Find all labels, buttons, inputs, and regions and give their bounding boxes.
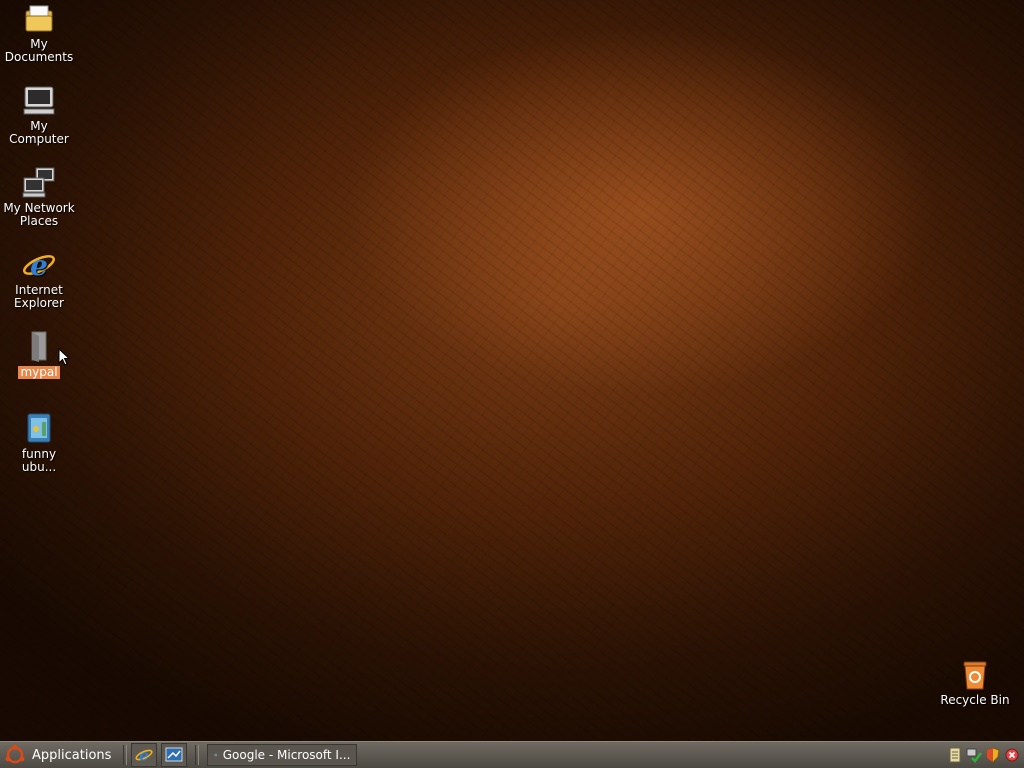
internet-explorer-icon: e	[135, 747, 154, 764]
icon-label: funny ubu...	[21, 447, 57, 474]
quick-launch-internet-explorer[interactable]: e	[131, 743, 158, 767]
notes-icon[interactable]	[947, 747, 963, 763]
computer-icon	[23, 86, 55, 115]
system-tray	[947, 747, 1024, 763]
close-icon[interactable]	[1004, 747, 1020, 763]
icon-label: My Computer	[9, 119, 69, 146]
internet-explorer-icon: e	[23, 249, 55, 282]
recycle-bin-icon	[963, 661, 987, 690]
svg-text:e: e	[30, 249, 48, 282]
show-desktop-icon	[165, 747, 183, 762]
icon-label: My Network Places	[3, 201, 75, 228]
taskbar: Applications e e Google - Microsoft I...	[0, 741, 1024, 768]
my-network-places-shortcut[interactable]: My Network Places	[0, 166, 78, 228]
icon-label: Recycle Bin	[940, 693, 1010, 707]
my-documents-shortcut[interactable]: My Documents	[0, 2, 78, 64]
taskbar-separator	[123, 745, 128, 765]
desktop[interactable]: My Documents My Computer My Network Plac…	[0, 0, 1024, 741]
network-status-icon[interactable]	[966, 747, 982, 763]
taskbar-window-title: Google - Microsoft I...	[222, 748, 351, 762]
image-file-icon	[27, 413, 51, 443]
taskbar-separator	[195, 745, 200, 765]
mouse-cursor-icon	[58, 348, 70, 366]
my-computer-shortcut[interactable]: My Computer	[0, 84, 78, 146]
svg-text:e: e	[140, 747, 149, 764]
recycle-bin-shortcut[interactable]: Recycle Bin	[936, 658, 1014, 707]
ubuntu-logo-icon	[5, 744, 25, 764]
icon-label: mypal	[18, 365, 60, 379]
icon-label: My Documents	[4, 37, 74, 64]
folder-documents-icon	[25, 5, 53, 32]
applications-menu-button[interactable]: Applications	[0, 743, 119, 767]
internet-explorer-shortcut[interactable]: e Internet Explorer	[0, 248, 78, 310]
quick-launch-show-desktop[interactable]	[161, 743, 188, 767]
icon-label: Internet Explorer	[14, 283, 64, 310]
security-shield-icon[interactable]	[985, 747, 1001, 763]
file-icon	[31, 331, 47, 362]
taskbar-window-google[interactable]: e Google - Microsoft I...	[207, 744, 358, 766]
network-icon	[22, 167, 55, 198]
internet-explorer-icon: e	[214, 753, 218, 757]
funny-ubu-shortcut[interactable]: funny ubu...	[0, 412, 78, 474]
applications-label: Applications	[32, 747, 112, 763]
